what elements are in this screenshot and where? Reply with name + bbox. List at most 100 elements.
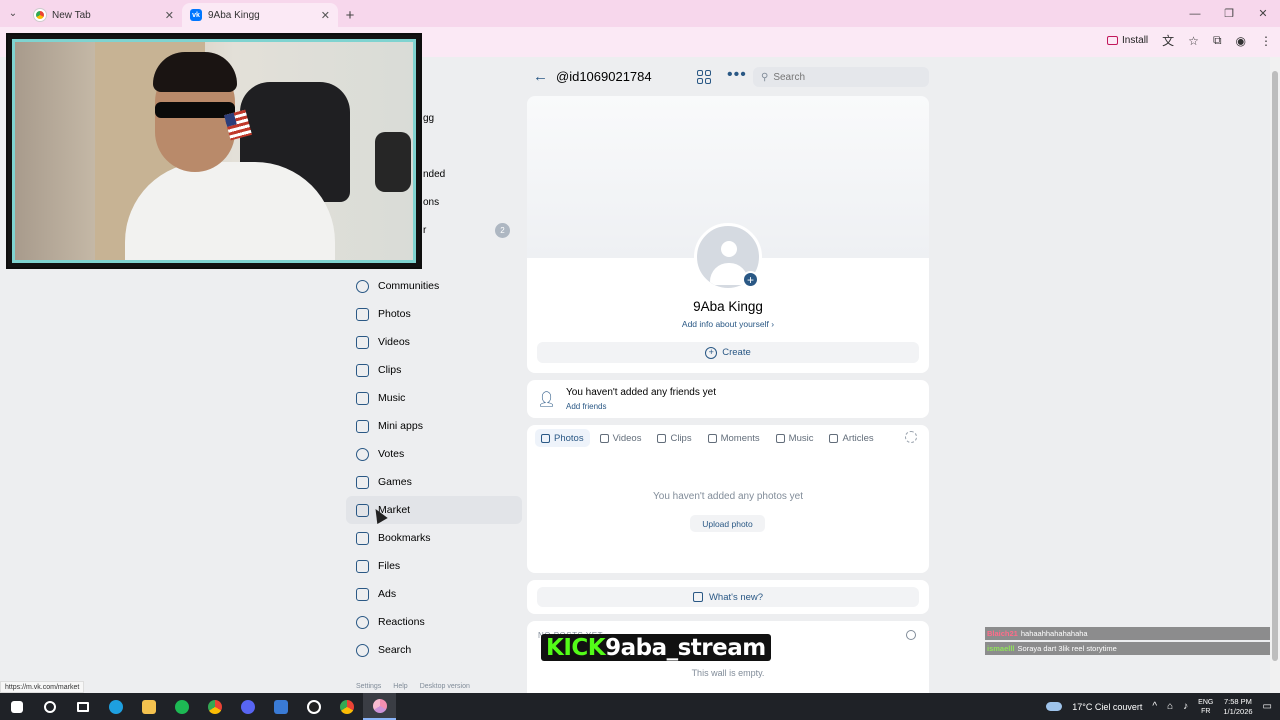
nav-item-label: Files <box>378 560 401 572</box>
remote-desktop-icon[interactable] <box>264 693 297 720</box>
nav-item-label: Photos <box>378 308 411 320</box>
tab-photos[interactable]: Photos <box>535 429 590 447</box>
nav-item-label: Search <box>378 644 412 656</box>
webcam-overlay <box>6 33 422 269</box>
votes-icon <box>356 447 369 461</box>
videos-icon <box>599 433 609 443</box>
minimize-icon[interactable]: — <box>1178 0 1212 27</box>
tab-music[interactable]: Music <box>770 429 820 447</box>
tab-new-tab[interactable]: New Tab ✕ <box>26 3 182 27</box>
add-friends-link[interactable]: Add friends <box>566 402 606 411</box>
translate-icon[interactable]: 文 <box>1162 32 1174 49</box>
install-label: Install <box>1122 35 1149 46</box>
photos-empty-text: You haven't added any photos yet <box>653 491 803 502</box>
nav-partial-item[interactable]: ons <box>423 197 439 208</box>
notifications-icon[interactable]: ▭ <box>1263 701 1272 712</box>
nav-item-bookmarks[interactable]: Bookmarks <box>346 524 522 552</box>
nav-item-music[interactable]: Music <box>346 384 522 412</box>
tab-videos[interactable]: Videos <box>594 429 648 447</box>
spotify-icon[interactable] <box>165 693 198 720</box>
tab-clips[interactable]: Clips <box>651 429 697 447</box>
nav-item-label: Music <box>378 392 406 404</box>
gear-icon[interactable] <box>905 431 917 443</box>
clips-icon <box>657 433 667 443</box>
taskbar-search-icon[interactable] <box>33 693 66 720</box>
search-input[interactable] <box>773 71 914 83</box>
tab-search-menu-icon[interactable]: ⌄ <box>0 0 26 27</box>
more-options-icon[interactable]: ••• <box>727 66 747 84</box>
volume-icon[interactable]: ♪ <box>1183 701 1188 712</box>
bookmark-star-icon[interactable]: ☆ <box>1188 34 1199 48</box>
chevron-up-icon[interactable]: ^ <box>1152 701 1157 712</box>
tab-moments[interactable]: Moments <box>702 429 766 447</box>
tab-label: Clips <box>670 432 692 444</box>
nav-item-games[interactable]: Games <box>346 468 522 496</box>
nav-item-ads[interactable]: Ads <box>346 580 522 608</box>
restore-icon[interactable]: ❐ <box>1212 0 1246 27</box>
edge-icon[interactable] <box>99 693 132 720</box>
add-info-label: Add info about yourself <box>681 319 769 329</box>
nav-partial-item[interactable]: nded <box>423 169 445 180</box>
nav-item-photos[interactable]: Photos <box>346 300 522 328</box>
add-info-link[interactable]: Add info about yourself › <box>527 319 929 329</box>
chrome-active-icon[interactable] <box>363 693 396 720</box>
whats-new-label: What's new? <box>708 591 764 603</box>
search-field[interactable]: ⚲ <box>753 67 929 87</box>
nav-item-communities[interactable]: Communities <box>346 272 522 300</box>
whats-new-button[interactable]: What's new? <box>537 587 919 607</box>
upload-photo-button[interactable]: Upload photo <box>690 515 765 532</box>
footer-help-link[interactable]: Help <box>393 683 407 690</box>
nav-item-label: Mini apps <box>378 420 423 432</box>
chrome-icon[interactable] <box>198 693 231 720</box>
back-arrow-icon[interactable]: ← <box>533 68 548 85</box>
lang-bottom: FR <box>1201 707 1211 715</box>
nav-item-clips[interactable]: Clips <box>346 356 522 384</box>
nav-partial-item[interactable]: r <box>423 225 426 236</box>
discord-icon[interactable] <box>231 693 264 720</box>
clips-icon <box>356 363 369 377</box>
install-button[interactable]: Install <box>1107 35 1148 46</box>
nav-item-label: Communities <box>378 280 440 292</box>
photos-icon <box>356 307 369 321</box>
nav-item-mini-apps[interactable]: Mini apps <box>346 412 522 440</box>
scrollbar-thumb[interactable] <box>1272 71 1278 661</box>
file-explorer-icon[interactable] <box>132 693 165 720</box>
services-grid-icon[interactable] <box>697 70 711 84</box>
footer-desktop-version-link[interactable]: Desktop version <box>420 683 470 690</box>
lang-top: ENG <box>1198 698 1214 706</box>
nav-item-votes[interactable]: Votes <box>346 440 522 468</box>
nav-item-label: Clips <box>378 364 402 376</box>
nav-item-videos[interactable]: Videos <box>346 328 522 356</box>
nav-partial-item[interactable]: gg <box>423 113 434 124</box>
create-button[interactable]: + Create <box>537 342 919 363</box>
nav-footer: Settings Help Desktop version <box>356 683 470 690</box>
tab-articles[interactable]: Articles <box>823 429 879 447</box>
profile-icon[interactable]: ◉ <box>1236 34 1246 48</box>
close-window-icon[interactable]: ✕ <box>1246 0 1280 27</box>
weather-text[interactable]: 17°C Ciel couvert <box>1072 702 1142 712</box>
footer-settings-link[interactable]: Settings <box>356 683 381 690</box>
tab-close-icon[interactable]: ✕ <box>321 9 330 22</box>
search-icon[interactable] <box>906 630 916 640</box>
page-scrollbar[interactable] <box>1270 57 1280 693</box>
nav-item-files[interactable]: Files <box>346 552 522 580</box>
chrome-icon[interactable] <box>330 693 363 720</box>
avatar-add-photo-button[interactable]: + <box>742 271 759 288</box>
network-icon[interactable]: ⌂ <box>1167 701 1173 712</box>
window-controls: — ❐ ✕ <box>1178 0 1280 27</box>
extensions-icon[interactable]: ⧉ <box>1213 33 1222 48</box>
language-indicator[interactable]: ENG FR <box>1198 698 1213 716</box>
nav-item-search[interactable]: Search <box>346 636 522 664</box>
task-view-icon[interactable] <box>66 693 99 720</box>
kick-logo-text: KICK <box>546 634 606 661</box>
weather-cloud-icon <box>1046 702 1063 711</box>
clock[interactable]: 7:58 PM 1/1/2026 <box>1223 697 1252 717</box>
clock-date: 1/1/2026 <box>1223 706 1253 716</box>
obs-icon[interactable] <box>297 693 330 720</box>
new-tab-button[interactable]: + <box>338 3 362 27</box>
tab-vk-profile[interactable]: vk 9Aba Kingg ✕ <box>182 3 338 27</box>
tab-close-icon[interactable]: ✕ <box>165 9 174 22</box>
start-button[interactable] <box>0 693 33 720</box>
browser-menu-icon[interactable]: ⋮ <box>1260 34 1272 48</box>
nav-item-reactions[interactable]: Reactions <box>346 608 522 636</box>
